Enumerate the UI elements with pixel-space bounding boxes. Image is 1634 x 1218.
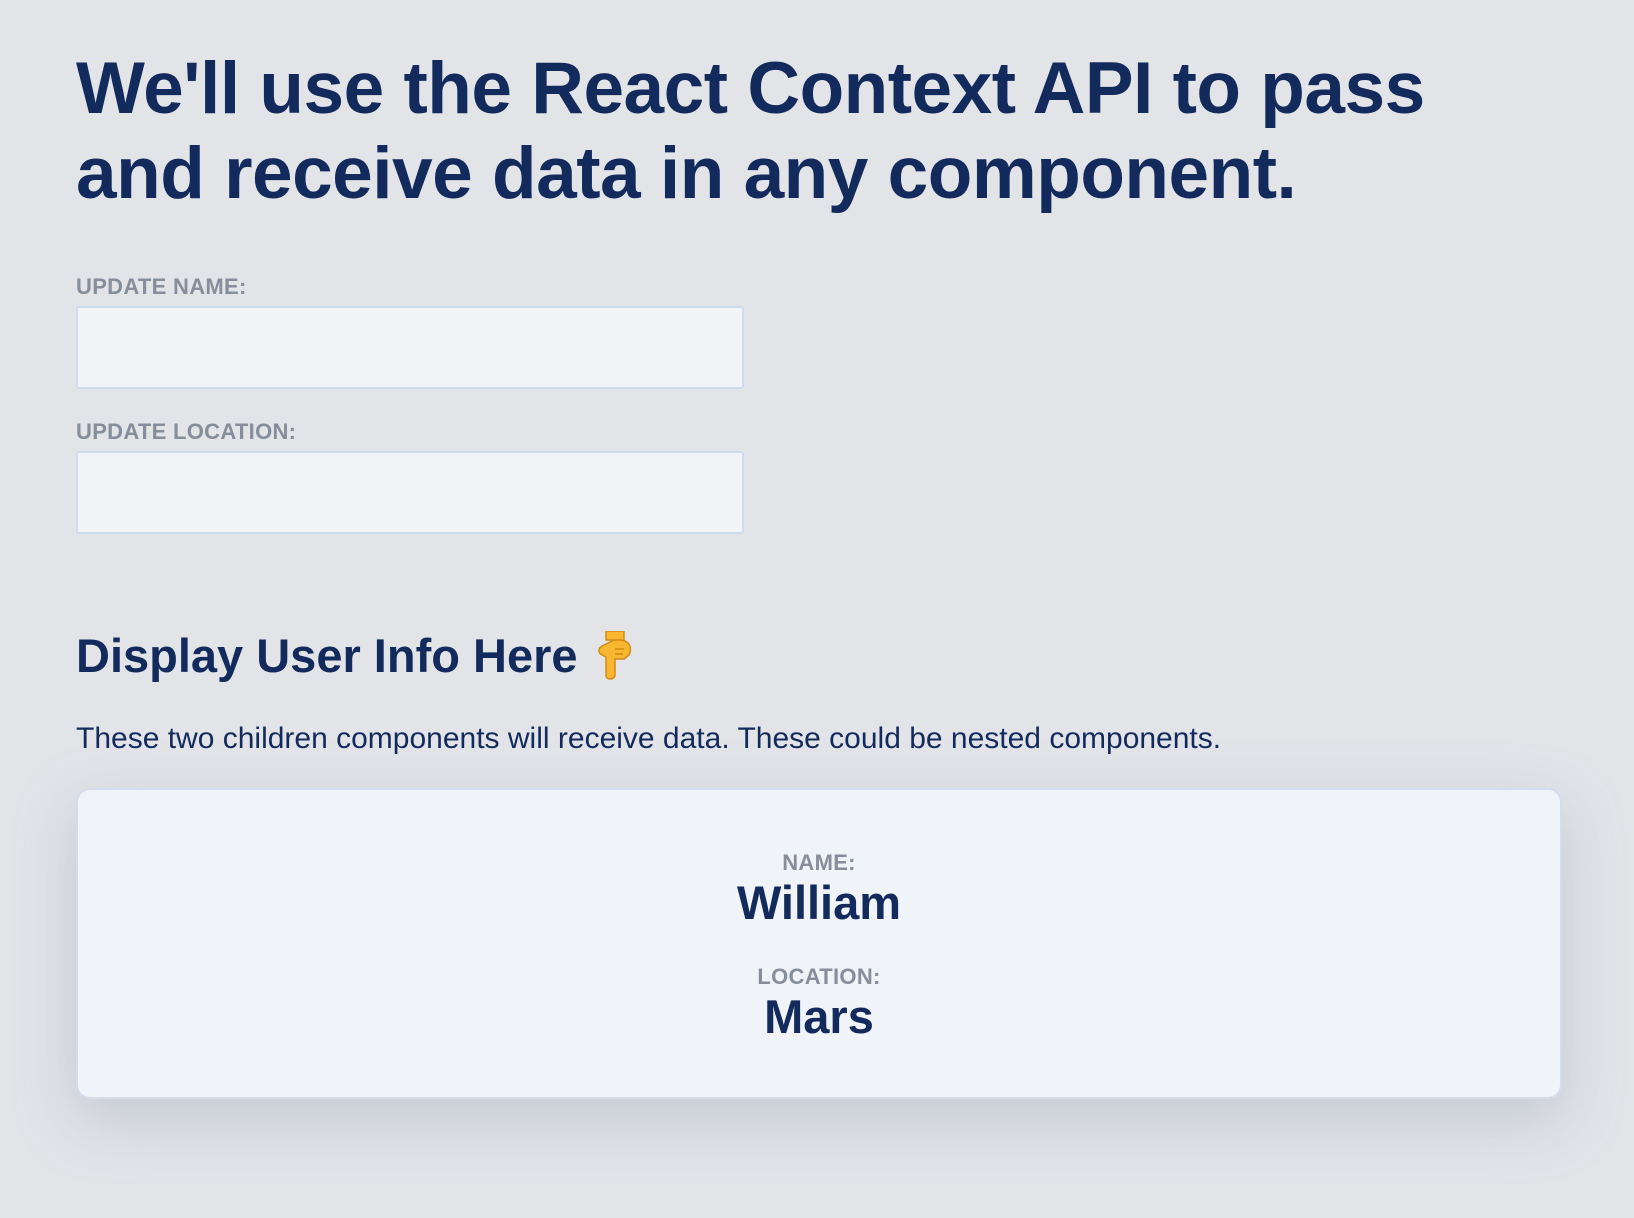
name-label: NAME: xyxy=(782,850,856,875)
name-value: William xyxy=(736,876,902,929)
name-info: NAME: William xyxy=(78,850,1560,930)
update-name-input[interactable] xyxy=(76,306,744,389)
update-name-label: UPDATE NAME: xyxy=(76,274,247,299)
user-info-card: NAME: William LOCATION: Mars xyxy=(76,788,1562,1099)
page-title: We'll use the React Context API to pass … xyxy=(76,48,1425,214)
display-section-title-text: Display User Info Here xyxy=(76,629,578,682)
display-section-title: Display User Info Here xyxy=(76,628,1562,684)
main-content: We'll use the React Context API to pass … xyxy=(76,0,1562,1099)
update-location-input[interactable] xyxy=(76,451,744,534)
update-location-label: UPDATE LOCATION: xyxy=(76,419,297,444)
pointing-down-hand-icon xyxy=(594,630,634,681)
location-value: Mars xyxy=(764,990,874,1043)
location-info: LOCATION: Mars xyxy=(78,964,1560,1044)
display-description: These two children components will recei… xyxy=(76,722,1222,755)
location-label: LOCATION: xyxy=(757,964,881,989)
